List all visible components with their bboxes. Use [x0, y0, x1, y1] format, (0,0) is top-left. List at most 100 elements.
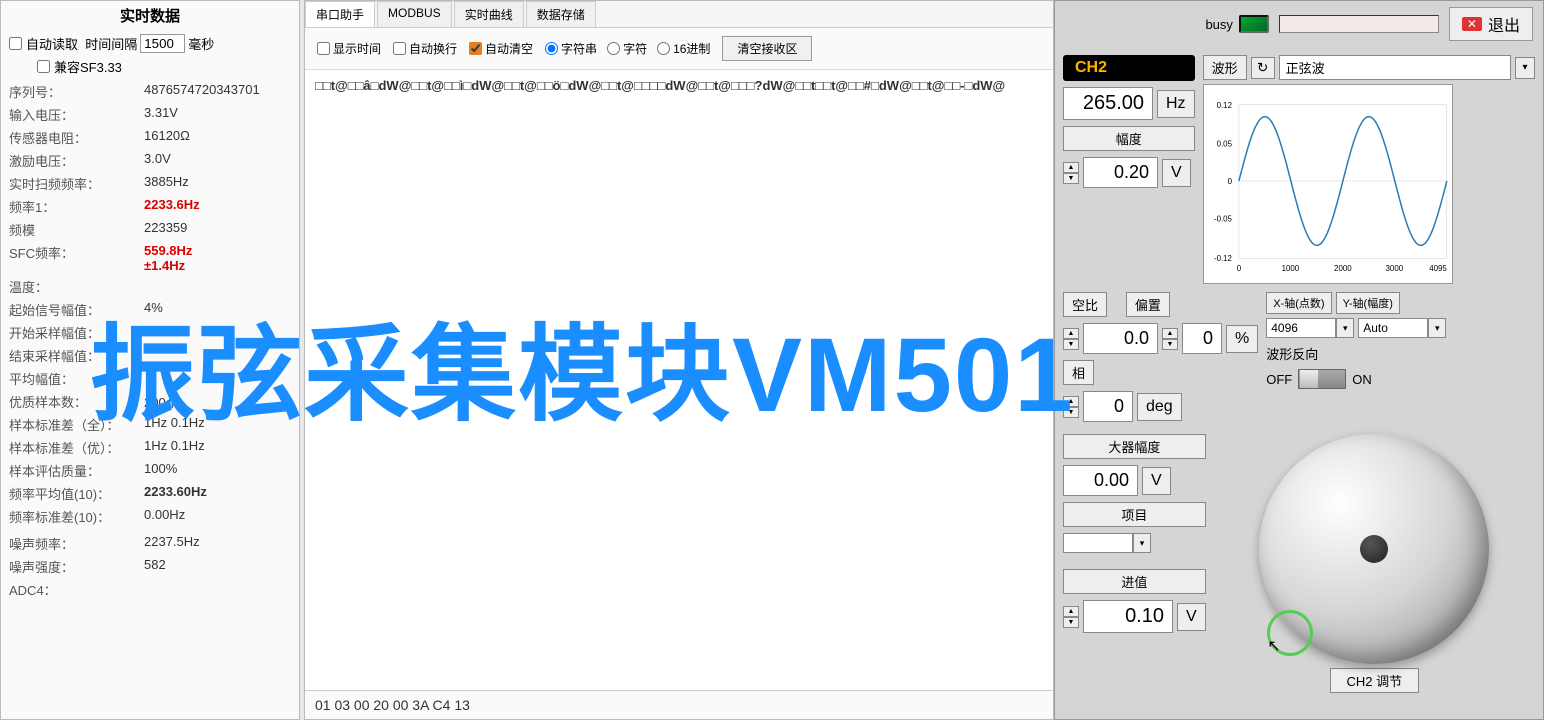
- data-row: 频率1：2233.6Hz: [9, 197, 291, 216]
- phase-input[interactable]: 0: [1083, 391, 1133, 422]
- exit-label: 退出: [1488, 12, 1520, 36]
- waveform-button[interactable]: 波形: [1203, 55, 1247, 80]
- offset-down[interactable]: ▼: [1162, 339, 1178, 350]
- exit-button[interactable]: ✕ 退出: [1449, 7, 1533, 41]
- step-input[interactable]: 0.10: [1083, 600, 1173, 633]
- duty-down[interactable]: ▼: [1063, 339, 1079, 350]
- adjustment-dial[interactable]: ↖: [1259, 434, 1489, 664]
- close-icon: ✕: [1462, 17, 1482, 31]
- amplifier-unit: V: [1142, 467, 1171, 495]
- data-label: 结束采样幅值：: [9, 346, 144, 365]
- amplitude-input[interactable]: 0.20: [1083, 157, 1158, 188]
- amplifier-label[interactable]: 大器幅度: [1063, 434, 1206, 459]
- fmt-hex-radio[interactable]: 16进制: [657, 40, 710, 57]
- offset-up[interactable]: ▲: [1162, 328, 1178, 339]
- interval-input[interactable]: [140, 34, 185, 53]
- frequency-input[interactable]: 265.00: [1063, 87, 1153, 120]
- data-row: 结束采样幅值：: [9, 346, 291, 365]
- auto-clear-checkbox[interactable]: 自动清空: [469, 40, 533, 57]
- auto-read-row: 自动读取 时间间隔 毫秒: [9, 34, 291, 53]
- busy-indicator: busy: [1205, 15, 1268, 33]
- data-row: ADC4：: [9, 580, 291, 599]
- duty-unit: %: [1226, 325, 1258, 353]
- data-row: 频率平均值(10)：2233.60Hz: [9, 484, 291, 503]
- waveform-dropdown-button[interactable]: ▾: [1515, 57, 1535, 79]
- fmt-char-radio[interactable]: 字符: [607, 40, 647, 57]
- amp-down-button[interactable]: ▼: [1063, 173, 1079, 184]
- invert-label: 波形反向: [1266, 344, 1318, 363]
- data-label: 激励电压：: [9, 151, 144, 170]
- project-label[interactable]: 项目: [1063, 502, 1206, 527]
- tab-2[interactable]: 实时曲线: [454, 1, 524, 27]
- show-time-checkbox[interactable]: 显示时间: [317, 40, 381, 57]
- auto-read-checkbox[interactable]: [9, 37, 22, 50]
- data-row: 频率标准差(10)：0.00Hz: [9, 507, 291, 526]
- data-value: 582: [144, 557, 166, 576]
- tab-3[interactable]: 数据存储: [526, 1, 596, 27]
- duty-input[interactable]: 0.0: [1083, 323, 1158, 354]
- yaxis-dropdown[interactable]: ▾: [1428, 318, 1446, 338]
- offset-button[interactable]: 偏置: [1126, 292, 1170, 317]
- amplifier-input[interactable]: 0.00: [1063, 465, 1138, 496]
- data-row: SFC频率：559.8Hz ±1.4Hz: [9, 243, 291, 273]
- amplitude-label-button[interactable]: 幅度: [1063, 126, 1195, 151]
- duty-label[interactable]: 空比: [1063, 292, 1107, 317]
- waveform-plot: 0.12 0.05 0 -0.05 -0.12 0 1000 2000 3000…: [1203, 84, 1453, 284]
- data-label: 序列号：: [9, 82, 144, 101]
- project-dropdown[interactable]: ▾: [1133, 533, 1151, 553]
- tab-1[interactable]: MODBUS: [377, 1, 452, 27]
- receive-textarea[interactable]: □□t@□□â□dW@□□t@□□ì□dW@□□t@□□ö□dW@□□t@□□□…: [305, 70, 1053, 690]
- yaxis-input[interactable]: [1358, 318, 1428, 338]
- data-label: ADC4：: [9, 580, 144, 599]
- svg-text:0: 0: [1236, 264, 1241, 273]
- data-value: 559.8Hz ±1.4Hz: [144, 243, 192, 273]
- data-row: 开始采样幅值：: [9, 323, 291, 342]
- amplitude-unit: V: [1162, 159, 1191, 187]
- waveform-select[interactable]: 正弦波: [1279, 55, 1511, 80]
- cursor-icon: ↖: [1267, 636, 1280, 656]
- format-radios: 字符串 字符 16进制: [545, 40, 710, 57]
- data-row: 噪声频率：2237.5Hz: [9, 534, 291, 553]
- amp-up-button[interactable]: ▲: [1063, 162, 1079, 173]
- receive-controls: 显示时间 自动换行 自动清空 字符串 字符 16进制 清空接收区: [305, 28, 1053, 70]
- refresh-icon[interactable]: ↻: [1251, 57, 1275, 79]
- compat-checkbox[interactable]: [37, 60, 50, 73]
- data-label: 开始采样幅值：: [9, 323, 144, 342]
- data-row: 起始信号幅值：4%: [9, 300, 291, 319]
- fmt-string-radio[interactable]: 字符串: [545, 40, 597, 57]
- xaxis-input[interactable]: [1266, 318, 1336, 338]
- data-label: 样本标准差（优）：: [9, 438, 144, 457]
- data-label: 输入电压：: [9, 105, 144, 124]
- data-label: 噪声强度：: [9, 557, 144, 576]
- svg-text:-0.05: -0.05: [1214, 215, 1233, 224]
- phase-down[interactable]: ▼: [1063, 407, 1079, 418]
- data-label: 传感器电阻：: [9, 128, 144, 147]
- tab-0[interactable]: 串口助手: [305, 1, 375, 27]
- offset-input[interactable]: 0: [1182, 323, 1222, 354]
- svg-text:0.12: 0.12: [1216, 101, 1231, 110]
- auto-wrap-checkbox[interactable]: 自动换行: [393, 40, 457, 57]
- data-label: 起始信号幅值：: [9, 300, 144, 319]
- on-label: ON: [1352, 372, 1372, 387]
- data-value: 2233.6Hz: [144, 197, 200, 216]
- xaxis-dropdown[interactable]: ▾: [1336, 318, 1354, 338]
- data-value: 1Hz 0.1Hz: [144, 415, 205, 434]
- step-label[interactable]: 进值: [1063, 569, 1206, 594]
- clear-receive-button[interactable]: 清空接收区: [722, 36, 812, 61]
- send-textarea[interactable]: 01 03 00 20 00 3A C4 13: [305, 690, 1053, 719]
- invert-toggle[interactable]: [1298, 369, 1346, 389]
- data-value: 2237.5Hz: [144, 534, 200, 553]
- data-label: 实时扫频频率：: [9, 174, 144, 193]
- data-value: 3.31V: [144, 105, 178, 124]
- svg-text:1000: 1000: [1281, 264, 1299, 273]
- data-row: 频模223359: [9, 220, 291, 239]
- signal-generator-panel: busy ✕ 退出 CH2 265.00 Hz 幅度 ▲▼: [1054, 0, 1544, 720]
- data-value: 100%: [144, 461, 177, 480]
- step-up[interactable]: ▲: [1063, 606, 1079, 617]
- xaxis-label: X-轴(点数): [1266, 292, 1331, 314]
- phase-label[interactable]: 相: [1063, 360, 1094, 385]
- project-input[interactable]: [1063, 533, 1133, 553]
- step-down[interactable]: ▼: [1063, 617, 1079, 628]
- phase-up[interactable]: ▲: [1063, 396, 1079, 407]
- duty-up[interactable]: ▲: [1063, 328, 1079, 339]
